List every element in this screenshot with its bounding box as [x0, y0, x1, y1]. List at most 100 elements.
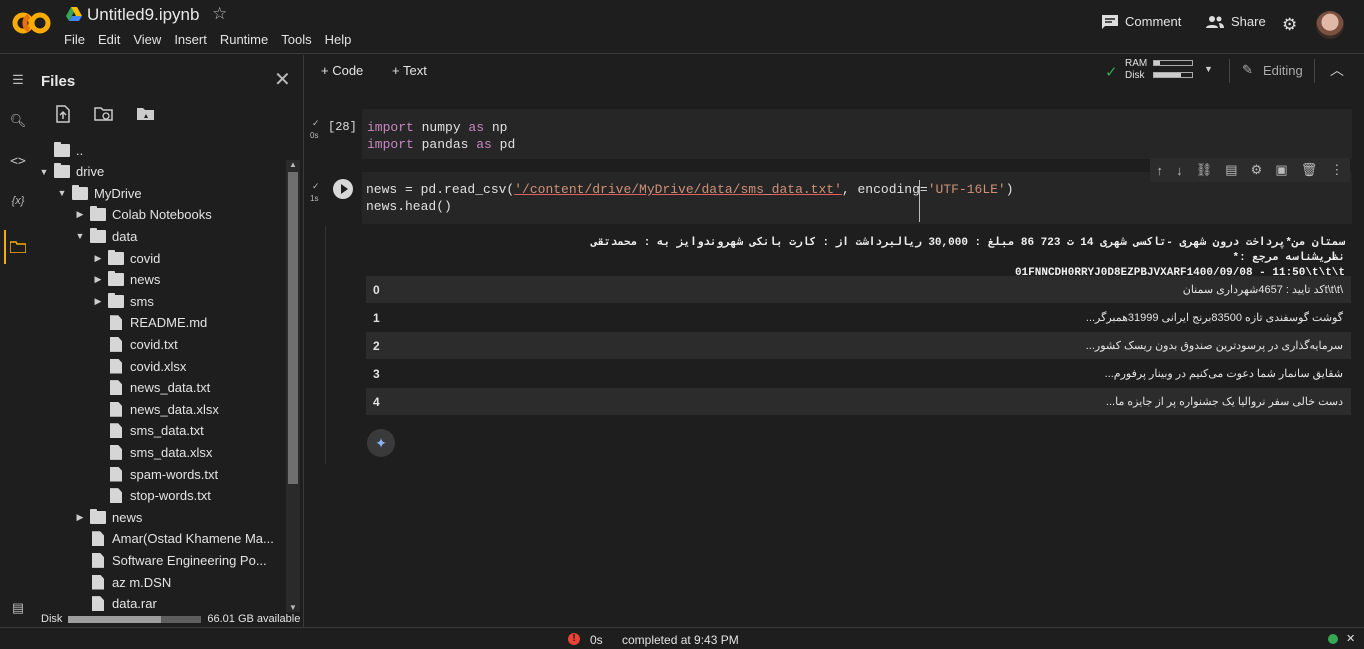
- file-tree-item[interactable]: spam-words.txt: [92, 464, 218, 484]
- file-tree-item[interactable]: stop-words.txt: [92, 486, 211, 506]
- menu-insert[interactable]: Insert: [174, 32, 207, 47]
- connection-status-icon[interactable]: [1328, 634, 1338, 644]
- file-icon: [110, 358, 122, 374]
- editing-mode-label[interactable]: Editing: [1263, 63, 1303, 78]
- file-tree-item[interactable]: news_data.xlsx: [92, 399, 219, 419]
- magic-wand-icon[interactable]: ✦: [367, 429, 395, 457]
- file-tree-item[interactable]: sms_data.txt: [92, 421, 204, 441]
- caret-right-icon[interactable]: ▶: [92, 296, 104, 307]
- code-cell-1[interactable]: import numpy as np import pandas as pd: [362, 109, 1352, 159]
- menu-tools[interactable]: Tools: [281, 32, 311, 47]
- collapse-chevron-up-icon[interactable]: ︿: [1330, 60, 1344, 80]
- notebook-title[interactable]: Untitled9.ipynb: [87, 5, 199, 25]
- cell1-code[interactable]: import numpy as np import pandas as pd: [367, 119, 515, 153]
- table-of-contents-icon[interactable]: ☰: [9, 72, 27, 90]
- row-index: 2: [373, 338, 380, 353]
- share-button[interactable]: Share: [1206, 14, 1266, 29]
- file-icon: [92, 596, 104, 612]
- add-text-button[interactable]: + Text: [392, 63, 427, 78]
- cell2-code[interactable]: news = pd.read_csv('/content/drive/MyDri…: [366, 181, 1014, 215]
- menu-file[interactable]: File: [64, 32, 85, 47]
- upload-icon[interactable]: [54, 105, 72, 123]
- folder-icon: [72, 184, 88, 200]
- variables-icon[interactable]: {x}: [9, 195, 27, 213]
- caret-down-icon[interactable]: ▼: [74, 231, 86, 241]
- comment-cell-icon[interactable]: ▤: [1225, 162, 1237, 178]
- mirror-cell-icon[interactable]: ▣: [1275, 162, 1287, 178]
- file-tree-label: az m.DSN: [112, 574, 172, 590]
- link-icon[interactable]: ⛓: [1196, 162, 1213, 178]
- mount-drive-icon[interactable]: [136, 105, 156, 122]
- move-up-icon[interactable]: ↑: [1157, 163, 1164, 178]
- move-down-icon[interactable]: ↓: [1176, 163, 1183, 178]
- more-options-icon[interactable]: ⋮: [1330, 162, 1343, 178]
- caret-right-icon[interactable]: ▶: [92, 274, 104, 285]
- avatar[interactable]: [1316, 11, 1344, 39]
- file-tree-item[interactable]: data.rar: [74, 594, 157, 614]
- file-icon: [110, 380, 122, 396]
- file-tree-item[interactable]: news_data.txt: [92, 378, 210, 398]
- file-tree-item[interactable]: ▶ news: [92, 270, 160, 290]
- file-tree-scrollbar[interactable]: ▲ ▼: [286, 160, 300, 612]
- file-tree-item[interactable]: ▼ MyDrive: [56, 183, 142, 203]
- scroll-down-icon[interactable]: ▼: [289, 603, 297, 612]
- refresh-folder-icon[interactable]: [94, 105, 114, 122]
- file-tree-item[interactable]: covid.xlsx: [92, 356, 186, 376]
- star-icon[interactable]: ☆: [212, 4, 227, 24]
- row-value: \t\t\tکد تایید : 4657شهرداری سمنان: [1182, 284, 1343, 296]
- comment-button[interactable]: Comment: [1102, 14, 1181, 29]
- file-tree-item[interactable]: ▼ data: [74, 226, 137, 246]
- row-index: 4: [373, 394, 380, 409]
- file-tree-item[interactable]: README.md: [92, 313, 207, 333]
- file-tree: .. ▼ drive ▼ MyDrive ▶ Colab Notebooks ▼ data ▶ co…: [36, 140, 286, 614]
- menu-runtime[interactable]: Runtime: [220, 32, 268, 47]
- file-tree-label: sms: [130, 293, 154, 309]
- scroll-up-icon[interactable]: ▲: [289, 160, 297, 169]
- file-tree-item[interactable]: ▼ drive: [38, 162, 104, 182]
- file-icon: [110, 423, 122, 439]
- disk-available: 66.01 GB available: [207, 613, 301, 625]
- file-tree-item[interactable]: ..: [38, 140, 83, 160]
- folder-icon[interactable]: [10, 240, 26, 253]
- status-seconds[interactable]: 0s: [590, 633, 603, 647]
- run-cell-button[interactable]: [333, 179, 353, 199]
- add-code-button[interactable]: + Code: [321, 63, 363, 78]
- share-label: Share: [1231, 14, 1266, 29]
- file-tree-item[interactable]: ▶ sms: [92, 291, 154, 311]
- file-tree-label: Software Engineering Po...: [112, 552, 267, 568]
- caret-down-icon[interactable]: ▼: [56, 188, 68, 198]
- caret-right-icon[interactable]: ▶: [74, 209, 86, 220]
- colab-logo-icon[interactable]: [12, 10, 52, 36]
- cell-settings-icon[interactable]: ⚙: [1251, 162, 1263, 178]
- file-tree-item[interactable]: ▶ Colab Notebooks: [74, 205, 212, 225]
- file-tree-item[interactable]: ▶ news: [74, 507, 142, 527]
- resources-dropdown-icon[interactable]: ▼: [1204, 64, 1213, 74]
- close-icon[interactable]: ✕: [274, 67, 291, 92]
- file-tree-item[interactable]: covid.txt: [92, 334, 178, 354]
- caret-down-icon[interactable]: ▼: [38, 167, 50, 177]
- menu-view[interactable]: View: [133, 32, 161, 47]
- menu-help[interactable]: Help: [325, 32, 352, 47]
- caret-right-icon[interactable]: ▶: [92, 253, 104, 264]
- disk-indicator-label: Disk: [1125, 70, 1145, 81]
- code-snippets-icon[interactable]: <>: [9, 154, 27, 172]
- resources-indicator[interactable]: RAM Disk: [1125, 58, 1193, 82]
- folder-icon: [90, 206, 106, 222]
- file-tree-item[interactable]: Amar(Ostad Khamene Ma...: [74, 529, 274, 549]
- file-tree-item[interactable]: Software Engineering Po...: [74, 550, 267, 570]
- terminal-icon[interactable]: ▤: [9, 600, 27, 618]
- menu-edit[interactable]: Edit: [98, 32, 120, 47]
- search-icon[interactable]: 🔍︎: [9, 113, 27, 131]
- folder-icon: [108, 292, 124, 308]
- caret-right-icon[interactable]: ▶: [74, 512, 86, 523]
- file-tree-item[interactable]: az m.DSN: [74, 572, 171, 592]
- file-tree-item[interactable]: sms_data.xlsx: [92, 442, 212, 462]
- scroll-thumb[interactable]: [288, 172, 298, 484]
- active-indicator: [4, 230, 6, 264]
- file-tree-item[interactable]: ▶ covid: [92, 248, 160, 268]
- cell1-execution-count[interactable]: [28]: [328, 120, 357, 134]
- settings-gear-icon[interactable]: ⚙: [1282, 15, 1297, 35]
- delete-icon[interactable]: 🗑︎: [1301, 162, 1318, 178]
- google-drive-icon[interactable]: [66, 7, 82, 21]
- close-status-icon[interactable]: ✕: [1346, 632, 1355, 645]
